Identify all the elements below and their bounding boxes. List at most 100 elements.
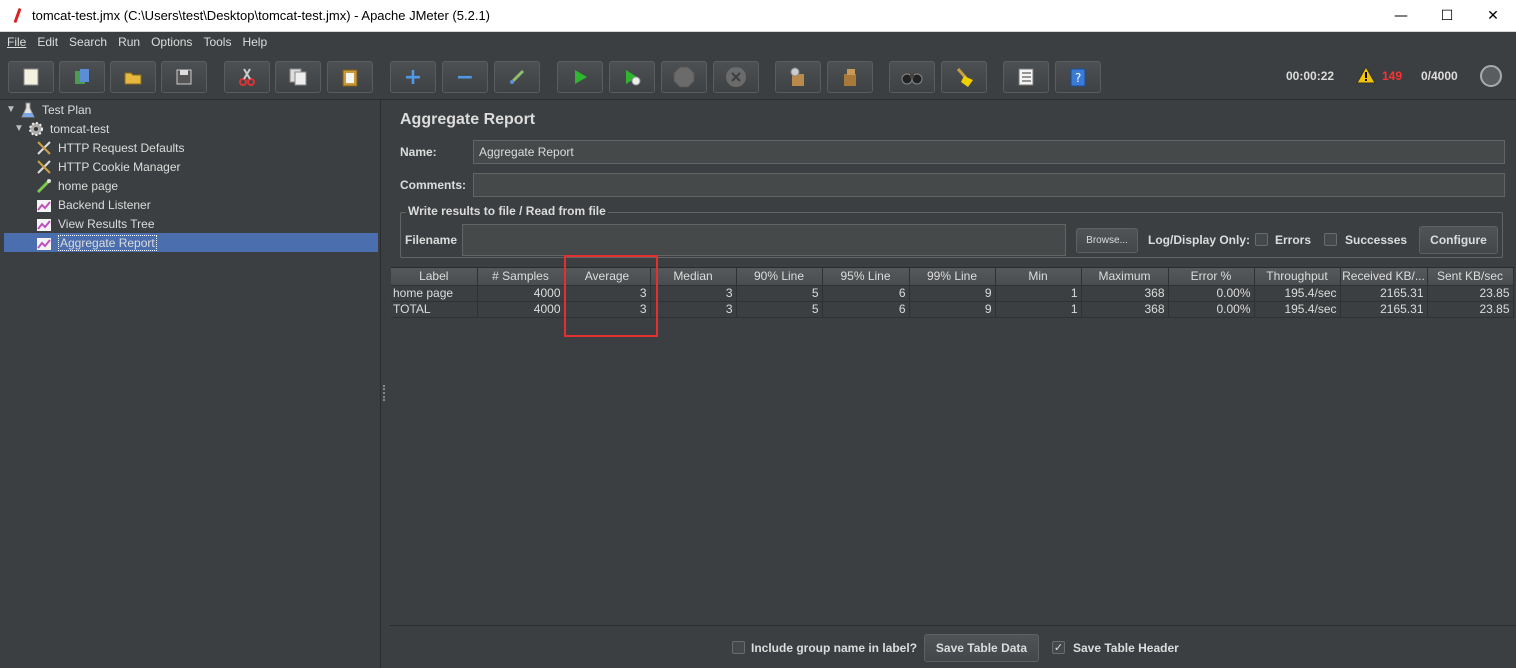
split-pane-divider[interactable] xyxy=(381,100,390,668)
config-wrench-icon xyxy=(37,140,51,155)
table-cell: home page xyxy=(391,285,478,302)
tree-item-backend-listener[interactable]: Backend Listener xyxy=(36,195,376,214)
table-cell: 5 xyxy=(736,285,823,302)
table-cell: 0.00% xyxy=(1168,301,1255,318)
start-no-pauses-button[interactable] xyxy=(609,61,655,93)
column-header-error-pct[interactable]: Error % xyxy=(1168,268,1255,286)
column-header-received-kb[interactable]: Received KB/... xyxy=(1340,268,1428,286)
cut-button[interactable] xyxy=(224,61,270,93)
include-group-checkbox[interactable] xyxy=(732,641,745,654)
tree-item-test-plan[interactable]: ▼ Test Plan xyxy=(6,100,376,119)
table-cell: 368 xyxy=(1081,285,1169,302)
thread-group-icon xyxy=(29,121,43,136)
tree-item-aggregate-report[interactable]: Aggregate Report xyxy=(4,233,378,252)
reset-broom-icon xyxy=(956,68,973,87)
paste-clipboard-icon xyxy=(342,69,358,87)
menu-bar: File Edit Search Run Options Tools Help xyxy=(0,32,1516,52)
tree-item-label: Test Plan xyxy=(42,102,92,117)
new-button[interactable] xyxy=(8,61,54,93)
table-cell: 1 xyxy=(995,285,1082,302)
clear-broom-gear-icon xyxy=(790,67,804,86)
config-wrench-icon xyxy=(37,159,51,174)
tree-item-home-page[interactable]: home page xyxy=(36,176,376,195)
tree-item-label: View Results Tree xyxy=(58,216,155,231)
warning-icon[interactable] xyxy=(1356,66,1376,84)
successes-checkbox[interactable] xyxy=(1324,233,1337,246)
column-header-throughput[interactable]: Throughput xyxy=(1254,268,1341,286)
stop-octagon-icon xyxy=(673,66,695,88)
tree-item-label: HTTP Cookie Manager xyxy=(58,159,181,174)
column-header-average[interactable]: Average xyxy=(564,268,651,286)
tree-item-thread-group[interactable]: ▼ tomcat-test xyxy=(14,119,376,138)
elapsed-time: 00:00:22 xyxy=(1286,69,1335,83)
table-row[interactable]: TOTAL 4000 3 3 5 6 9 1 368 0.00% 195.4/s… xyxy=(391,301,1514,318)
column-header-maximum[interactable]: Maximum xyxy=(1081,268,1169,286)
tree-item-view-results-tree[interactable]: View Results Tree xyxy=(36,214,376,233)
toggle-wand-icon xyxy=(509,69,525,85)
column-header-90-line[interactable]: 90% Line xyxy=(736,268,823,286)
column-header-label[interactable]: Label xyxy=(391,268,478,286)
tree-item-http-cookie-manager[interactable]: HTTP Cookie Manager xyxy=(36,157,376,176)
errors-checkbox[interactable] xyxy=(1255,233,1268,246)
menu-run[interactable]: Run xyxy=(118,35,140,49)
test-plan-icon xyxy=(21,102,35,117)
remote-status-icon xyxy=(1480,65,1502,87)
menu-file[interactable]: File xyxy=(7,35,26,49)
menu-options[interactable]: Options xyxy=(151,35,192,49)
column-header-99-line[interactable]: 99% Line xyxy=(909,268,996,286)
column-header-median[interactable]: Median xyxy=(650,268,737,286)
save-table-header-label: Save Table Header xyxy=(1073,641,1179,655)
tree-item-label: tomcat-test xyxy=(50,121,110,136)
save-button[interactable] xyxy=(161,61,207,93)
column-header-min[interactable]: Min xyxy=(995,268,1082,286)
table-cell: 195.4/sec xyxy=(1254,301,1341,318)
table-cell: 23.85 xyxy=(1427,301,1514,318)
help-button[interactable]: ? xyxy=(1055,61,1101,93)
svg-text:?: ? xyxy=(1075,71,1081,85)
clear-button[interactable] xyxy=(775,61,821,93)
jmeter-feather-icon xyxy=(10,7,26,25)
stop-button[interactable] xyxy=(661,61,707,93)
shutdown-button[interactable] xyxy=(713,61,759,93)
toggle-button[interactable] xyxy=(494,61,540,93)
tree-item-label: home page xyxy=(58,178,119,193)
configure-button[interactable]: Configure xyxy=(1419,226,1498,254)
menu-tools[interactable]: Tools xyxy=(203,35,231,49)
save-table-data-button[interactable]: Save Table Data xyxy=(924,634,1039,662)
table-header-row: Label # Samples Average Median 90% Line … xyxy=(391,268,1514,286)
maximize-button[interactable]: ☐ xyxy=(1424,0,1470,32)
collapse-all-button[interactable]: − xyxy=(442,61,488,93)
column-header-sent-kb[interactable]: Sent KB/sec xyxy=(1427,268,1514,286)
menu-help[interactable]: Help xyxy=(242,35,267,49)
comments-input[interactable] xyxy=(473,173,1505,197)
close-button[interactable]: ✕ xyxy=(1470,0,1516,32)
save-table-header-checkbox[interactable]: ✓ xyxy=(1052,641,1065,654)
expand-arrow-icon[interactable]: ▼ xyxy=(14,123,24,134)
menu-search[interactable]: Search xyxy=(69,35,107,49)
menu-edit[interactable]: Edit xyxy=(37,35,58,49)
column-header-samples[interactable]: # Samples xyxy=(477,268,565,286)
filename-input[interactable] xyxy=(462,224,1066,256)
tree-item-label: HTTP Request Defaults xyxy=(58,140,185,155)
templates-button[interactable] xyxy=(59,61,105,93)
minimize-button[interactable]: — xyxy=(1378,0,1424,32)
name-input[interactable]: Aggregate Report xyxy=(473,140,1505,164)
table-cell: 1 xyxy=(995,301,1082,318)
function-helper-button[interactable] xyxy=(1003,61,1049,93)
expand-arrow-icon[interactable]: ▼ xyxy=(6,104,16,115)
expand-all-button[interactable]: + xyxy=(390,61,436,93)
copy-button[interactable] xyxy=(275,61,321,93)
clear-all-button[interactable] xyxy=(827,61,873,93)
search-button[interactable] xyxy=(889,61,935,93)
browse-button[interactable]: Browse... xyxy=(1076,228,1138,253)
reset-search-button[interactable] xyxy=(941,61,987,93)
open-button[interactable] xyxy=(110,61,156,93)
tree-item-http-request-defaults[interactable]: HTTP Request Defaults xyxy=(36,138,376,157)
listener-chart-icon xyxy=(37,237,51,250)
start-button[interactable] xyxy=(557,61,603,93)
listener-chart-icon xyxy=(37,218,51,231)
column-header-95-line[interactable]: 95% Line xyxy=(822,268,910,286)
table-cell: 3 xyxy=(564,301,651,318)
paste-button[interactable] xyxy=(327,61,373,93)
table-row[interactable]: home page 4000 3 3 5 6 9 1 368 0.00% 195… xyxy=(391,285,1514,302)
